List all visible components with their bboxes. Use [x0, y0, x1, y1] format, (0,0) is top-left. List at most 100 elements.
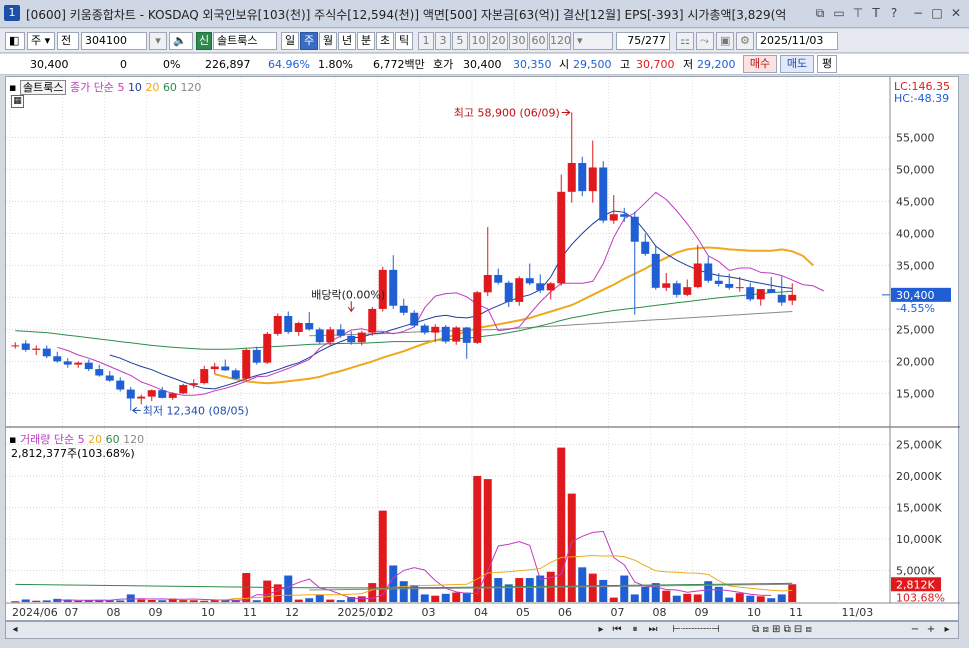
price-panel-name[interactable]: 솔트룩스 [19, 80, 67, 95]
tick-btn-5[interactable]: 30 [509, 32, 528, 50]
volume-bar [326, 599, 335, 602]
period-btn-6[interactable]: 틱 [395, 32, 413, 50]
candle-body [557, 191, 566, 284]
period-btn-2[interactable]: 월 [319, 32, 337, 50]
app-icon[interactable]: 1 [4, 5, 20, 21]
candle-body [326, 329, 335, 343]
text-icon[interactable]: T [868, 5, 884, 21]
candle-body [630, 216, 639, 242]
tool-icons[interactable]: ⧉ ⧈ ⊞ ⧉ ⊟ ⧈ [732, 623, 832, 637]
volume-bar [158, 600, 167, 602]
save-icon[interactable]: ▣ [716, 32, 734, 50]
candle-body [42, 348, 51, 357]
next-page-icon[interactable]: ⏭ [646, 623, 660, 637]
sound-icon[interactable]: 🔈 [169, 32, 193, 50]
time-tick-label: 07 [611, 606, 625, 619]
candle-body [368, 308, 377, 333]
period-btn-4[interactable]: 분 [357, 32, 375, 50]
high-annotation: 최고 58,900 (06/09) [454, 106, 560, 119]
layout-toggle-icon[interactable]: ◧ [5, 32, 25, 50]
candle-body [767, 289, 776, 293]
ma5-label: 5 [117, 81, 125, 94]
menu-icon[interactable]: ▪ [9, 81, 16, 94]
tick-btn-4[interactable]: 20 [489, 32, 508, 50]
tick-btn-2[interactable]: 5 [452, 32, 468, 50]
chart-area[interactable]: 15,00020,00025,00030,00035,00040,00045,0… [5, 76, 960, 622]
candle-body [420, 325, 429, 333]
tick-btn-6[interactable]: 60 [529, 32, 548, 50]
price-tick-label: 50,000 [896, 163, 935, 176]
period-btn-0[interactable]: 일 [281, 32, 299, 50]
sell-button[interactable]: 매도 [780, 55, 814, 73]
pin-icon[interactable]: ⊤ [850, 5, 866, 21]
period-select[interactable]: 전 [57, 32, 79, 50]
close-icon[interactable]: ✕ [948, 5, 964, 21]
candle-body [441, 326, 450, 342]
candle-body [756, 289, 765, 300]
help-icon[interactable]: ? [886, 5, 902, 21]
candle-body [683, 287, 692, 295]
maximize-icon[interactable]: □ [929, 5, 945, 21]
trend-icon[interactable]: ⤳ [696, 32, 714, 50]
layout-icon[interactable]: ▭ [831, 5, 847, 21]
zoom-icon[interactable]: ⚏ [676, 32, 694, 50]
zoom-in-icon[interactable]: + [924, 623, 938, 637]
hc-value: HC:-48.39 [894, 92, 950, 105]
volume-bar [147, 599, 156, 602]
volume-bar [494, 578, 503, 602]
display-count[interactable]: 75/277 [616, 32, 670, 50]
chart-svg[interactable]: 15,00020,00025,00030,00035,00040,00045,0… [6, 77, 960, 622]
candle-body [116, 380, 125, 390]
stock-code-input[interactable]: 304100 [81, 32, 147, 50]
gear-icon[interactable]: ⚙ [736, 32, 754, 50]
date-input[interactable]: 2025/11/03 [756, 32, 838, 50]
pause-icon[interactable]: ⏸ [628, 623, 642, 637]
custom-input[interactable]: ▾ [573, 32, 613, 50]
candle-body [777, 294, 786, 303]
tick-btn-7[interactable]: 120 [549, 32, 571, 50]
volume-bar [284, 575, 293, 602]
type-select[interactable]: 주 ▾ [27, 32, 55, 50]
restore-icon[interactable]: ⧉ [812, 5, 828, 21]
chart-scrollbar[interactable]: ◂ ▸ ⏮ ⏸ ⏭ ⊢┈┈┈┈┈⊣ ⧉ ⧈ ⊞ ⧉ ⊟ ⧈ − + ▸ [5, 621, 959, 639]
candle-body [473, 292, 482, 343]
code-dropdown-icon[interactable]: ▾ [149, 32, 167, 50]
tick-btn-0[interactable]: 1 [418, 32, 434, 50]
zoom-out-icon[interactable]: − [908, 623, 922, 637]
time-tick-label: 09 [149, 606, 163, 619]
grid-icon[interactable]: ▦ [11, 95, 24, 108]
period-btn-1[interactable]: 주 [300, 32, 318, 50]
time-tick-label: 03 [422, 606, 436, 619]
period-btn-3[interactable]: 년 [338, 32, 356, 50]
time-tick-label: 06 [558, 606, 572, 619]
eval-button[interactable]: 평 [817, 55, 837, 73]
prev-page-icon[interactable]: ⏮ [610, 623, 624, 637]
buy-button[interactable]: 매수 [743, 55, 777, 73]
time-tick-label: 08 [653, 606, 667, 619]
volume-tick-label: 10,000K [896, 533, 942, 546]
tick-btn-1[interactable]: 3 [435, 32, 451, 50]
period-btn-5[interactable]: 초 [376, 32, 394, 50]
scroll-left-icon[interactable]: ◂ [8, 623, 22, 637]
volume-bar [420, 594, 429, 602]
high-price: 30,700 [636, 58, 675, 71]
high-label: 고 [620, 58, 631, 71]
ask-price: 30,400 [463, 58, 502, 71]
volume-bar [368, 583, 377, 602]
candle-body [494, 275, 503, 283]
volume-bar [294, 599, 303, 602]
volume-bar [483, 479, 492, 602]
range-slider-icon[interactable]: ⊢┈┈┈┈┈⊣ [666, 623, 726, 637]
volume-bar [767, 598, 776, 602]
price-legend: ▪ 솔트룩스 종가 단순 5 10 20 60 120 [9, 79, 201, 95]
scroll-end-icon[interactable]: ▸ [940, 623, 954, 637]
volume-bar [788, 584, 797, 602]
trade-amount: 6,772백만 [373, 58, 425, 71]
time-tick-label: 08 [107, 606, 121, 619]
tick-btn-3[interactable]: 10 [469, 32, 488, 50]
minimize-icon[interactable]: − [910, 5, 926, 21]
candle-body [662, 283, 671, 288]
scroll-right-icon[interactable]: ▸ [594, 623, 608, 637]
volume-current-text: 2,812,377주(103.68%) [11, 447, 135, 460]
candle-body [200, 369, 209, 384]
